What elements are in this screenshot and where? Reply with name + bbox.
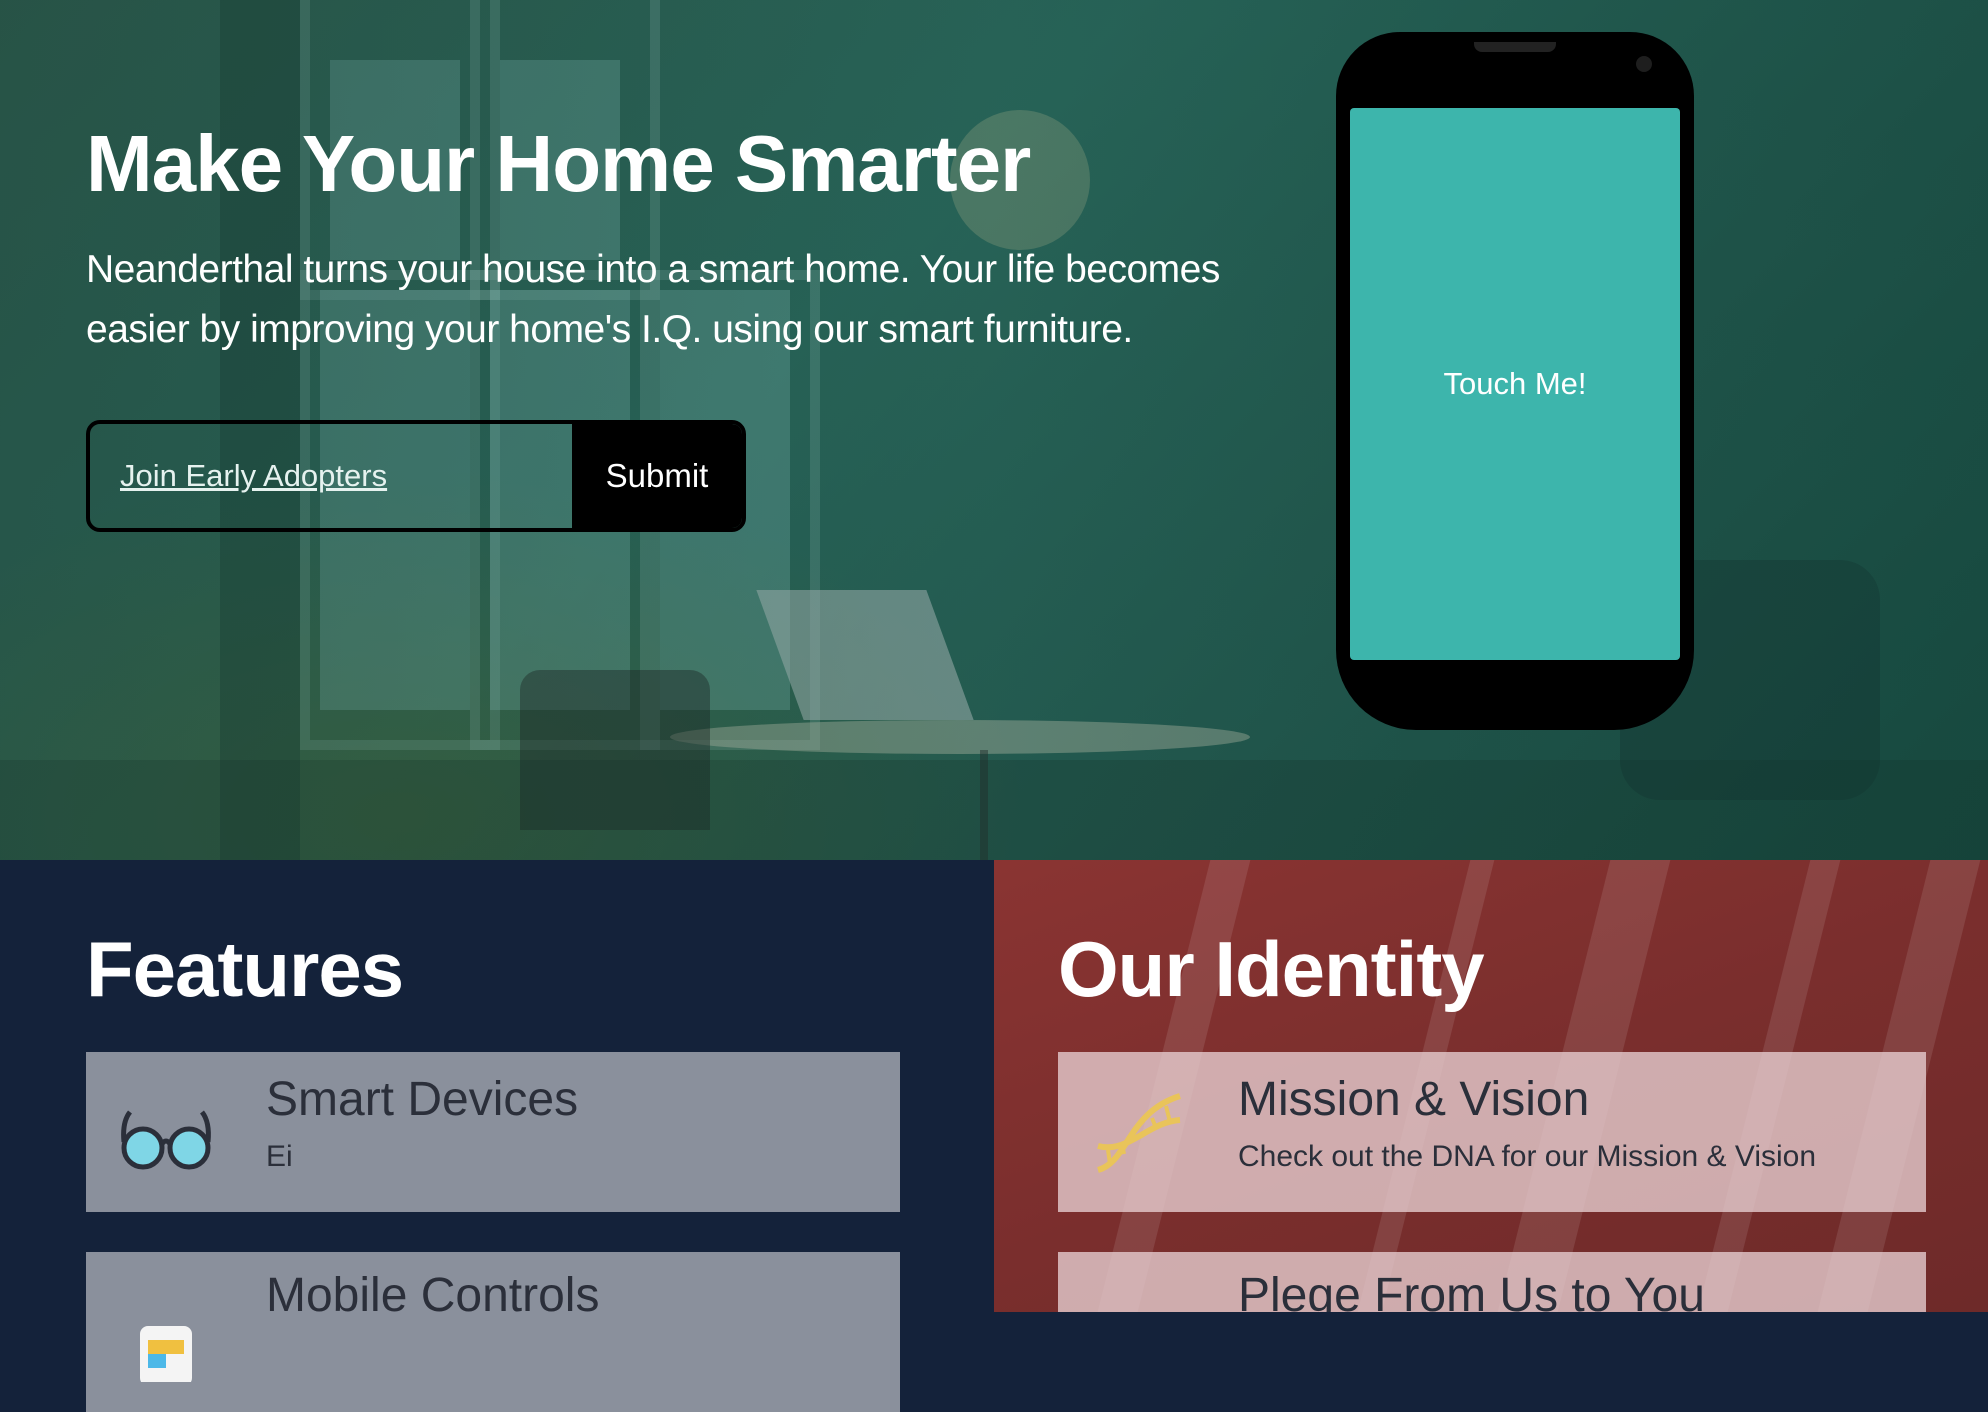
features-title: Features: [86, 925, 404, 1013]
feature-card-mobile-controls[interactable]: Mobile Controls: [86, 1252, 900, 1412]
early-adopter-form: Join Early Adopters Submit: [86, 420, 746, 532]
hero-subtitle: Neanderthal turns your house into a smar…: [86, 248, 1220, 351]
join-early-adopters-link[interactable]: Join Early Adopters: [90, 424, 572, 528]
card-description: Check out the DNA for our Mission & Visi…: [1238, 1140, 1817, 1173]
hero-title: Make Your Home Smarter: [86, 119, 1031, 208]
feature-card-smart-devices[interactable]: Smart Devices Ei: [86, 1052, 900, 1212]
identity-card-pledge[interactable]: Plege From Us to You: [1058, 1252, 1926, 1312]
phone-camera: [1636, 56, 1652, 72]
hero-section: Make Your Home Smarter Neanderthal turns…: [0, 0, 1988, 860]
mobile-app-icon: [116, 1282, 216, 1386]
card-title: Plege From Us to You: [1238, 1269, 1705, 1312]
submit-button[interactable]: Submit: [572, 424, 742, 528]
card-title: Mission & Vision: [1238, 1073, 1590, 1126]
features-section: Features Smart Devices Ei Mobile Control…: [0, 860, 994, 1412]
phone-mockup: Touch Me!: [1336, 32, 1694, 730]
phone-speaker: [1474, 42, 1556, 52]
identity-card-mission-vision[interactable]: Mission & Vision Check out the DNA for o…: [1058, 1052, 1926, 1212]
dna-icon: [1088, 1082, 1188, 1182]
card-title: Mobile Controls: [266, 1269, 600, 1322]
glasses-icon: [116, 1082, 216, 1182]
card-description: Ei: [266, 1140, 293, 1173]
identity-section: Our Identity Mission & Vision Check out …: [994, 860, 1988, 1312]
touch-me-button[interactable]: Touch Me!: [1350, 108, 1680, 660]
card-title: Smart Devices: [266, 1073, 579, 1126]
gem-icon: [1088, 1282, 1188, 1312]
identity-title: Our Identity: [1058, 925, 1485, 1013]
